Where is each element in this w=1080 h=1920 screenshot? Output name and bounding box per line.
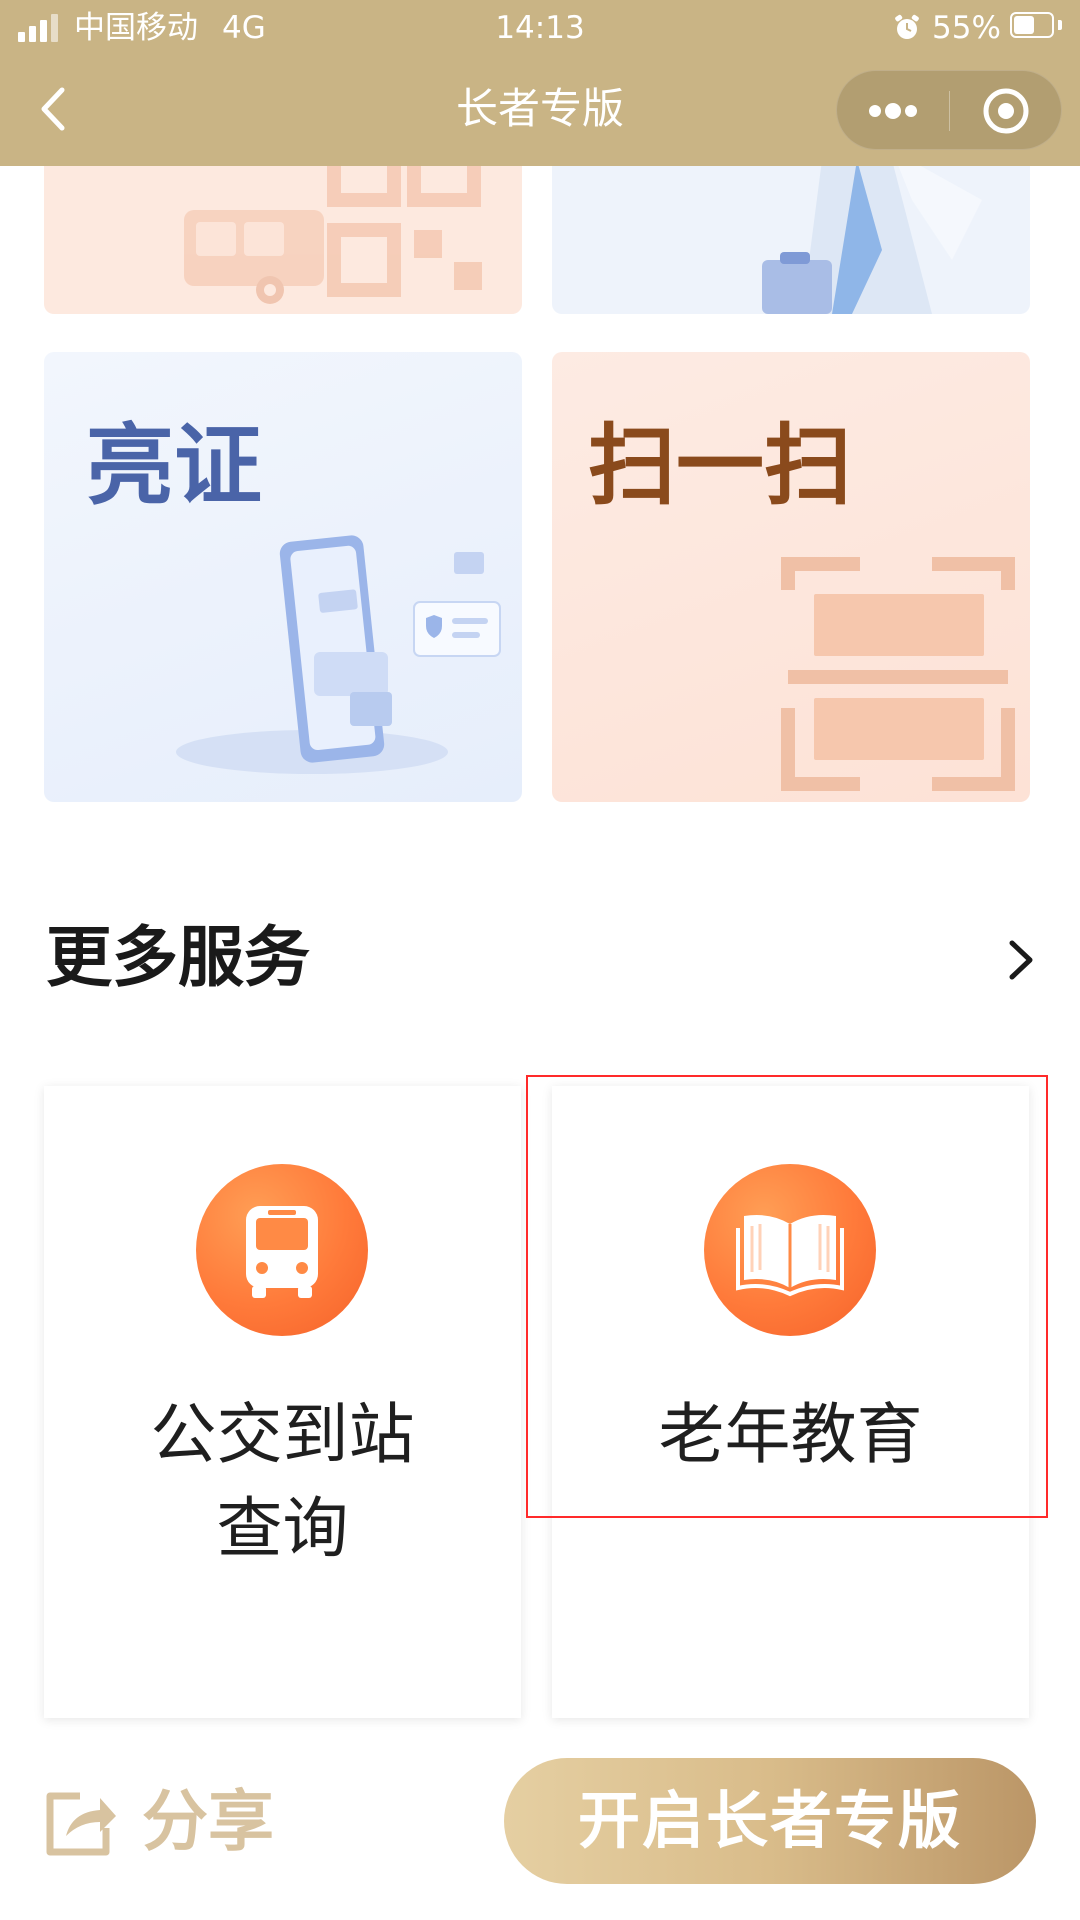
bus-icon-badge bbox=[196, 1164, 368, 1336]
more-services-title: 更多服务 bbox=[46, 919, 310, 996]
service-label-line2: 查询 bbox=[216, 1490, 349, 1567]
doctor-illustration bbox=[762, 150, 982, 314]
close-mini-program-button[interactable] bbox=[950, 71, 1062, 151]
mini-program-capsule bbox=[836, 70, 1062, 150]
battery-icon bbox=[1010, 12, 1062, 40]
service-label-line1: 公交到站 bbox=[150, 1396, 415, 1473]
top-bar: 中国移动 4G 14:13 55% 长者专版 bbox=[0, 0, 1080, 166]
card-show-id[interactable]: 亮证 bbox=[44, 352, 522, 802]
chevron-right-icon bbox=[1009, 940, 1033, 980]
phone-id-illustration bbox=[176, 535, 501, 774]
bus-icon bbox=[246, 1206, 318, 1298]
more-dots-icon bbox=[869, 103, 917, 119]
share-button[interactable]: 分享 bbox=[42, 1782, 302, 1862]
share-icon bbox=[46, 1792, 116, 1856]
more-options-button[interactable] bbox=[837, 71, 949, 151]
bus-qr-illustration bbox=[184, 140, 482, 304]
share-label: 分享 bbox=[142, 1783, 274, 1860]
card-scan[interactable]: 扫一扫 bbox=[552, 352, 1030, 802]
card-health-code[interactable] bbox=[552, 140, 1030, 314]
app-screen: 中国移动 4G 14:13 55% 长者专版 亮证 扫一扫 更多服务 公交到站 … bbox=[0, 0, 1080, 1920]
target-circle-icon bbox=[983, 88, 1029, 134]
scan-frame-icon bbox=[781, 557, 1015, 791]
enable-elder-mode-button[interactable]: 开启长者专版 bbox=[504, 1758, 1036, 1884]
card-bus-code[interactable] bbox=[44, 140, 522, 314]
more-services-button[interactable] bbox=[1000, 935, 1040, 985]
battery-percent: 55% bbox=[932, 10, 1001, 46]
alarm-icon bbox=[895, 14, 919, 39]
service-bus-arrival[interactable]: 公交到站 查询 bbox=[44, 1086, 521, 1718]
service-label: 公交到站 查询 bbox=[44, 1388, 521, 1576]
selection-highlight bbox=[526, 1075, 1048, 1518]
